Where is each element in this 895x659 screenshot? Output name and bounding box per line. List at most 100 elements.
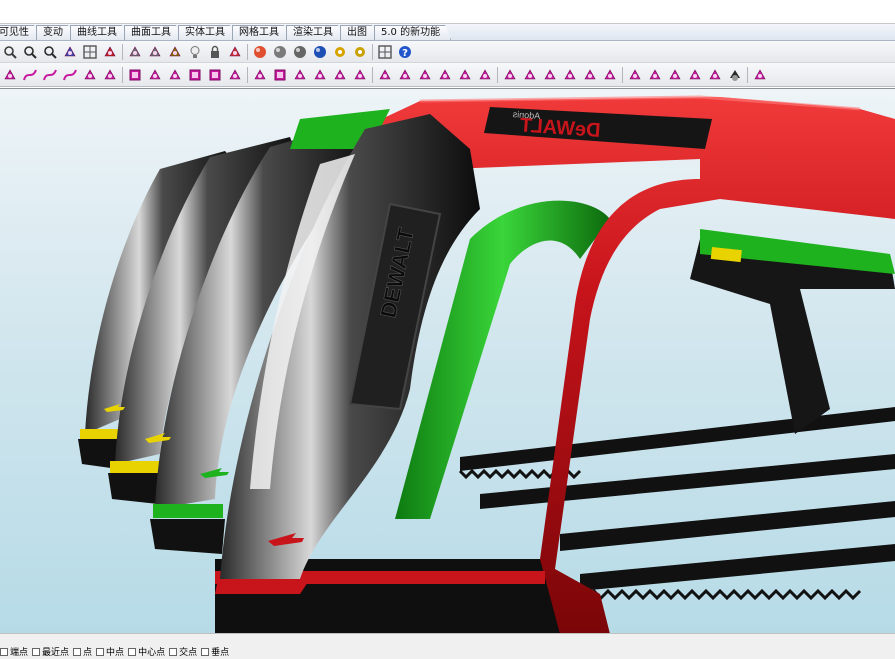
perspective-viewport[interactable]: DeWALT Adonis DEWALT [0, 88, 895, 633]
group-button[interactable] [415, 66, 434, 84]
point-button[interactable] [0, 66, 19, 84]
four-viewports-button[interactable] [80, 43, 99, 61]
loft-button[interactable] [600, 66, 619, 84]
rotate-button[interactable] [475, 66, 494, 84]
mesh-button[interactable] [205, 66, 224, 84]
grid-snap-button[interactable] [375, 43, 394, 61]
sweep-button[interactable] [580, 66, 599, 84]
render-button[interactable] [725, 66, 744, 84]
solid-box-button[interactable] [185, 66, 204, 84]
settings-button[interactable] [750, 66, 769, 84]
move-icon [438, 68, 451, 79]
osnap-label: 点 [83, 648, 93, 658]
mirror-button[interactable] [520, 66, 539, 84]
tab-visibility[interactable]: 可见性 [0, 25, 40, 40]
osnap-checkbox[interactable] [128, 647, 137, 656]
extrude-icon [168, 68, 181, 79]
osnap-item[interactable]: 中心点 [128, 645, 165, 658]
osnap-item[interactable]: 垂点 [201, 645, 229, 658]
network-surface-icon [648, 68, 661, 79]
offset-button[interactable] [250, 66, 269, 84]
light-bulb-button[interactable] [185, 43, 204, 61]
color-wheel-button[interactable] [250, 43, 269, 61]
help-button[interactable]: ? [395, 43, 414, 61]
osnap-item[interactable]: 点 [73, 645, 92, 658]
blue-sphere-button[interactable] [310, 43, 329, 61]
zoom-dynamic-icon [43, 45, 57, 59]
hide-objects-button[interactable] [125, 43, 144, 61]
select-objects-button[interactable] [100, 43, 119, 61]
array-button[interactable] [270, 66, 289, 84]
tab-surface-tools[interactable]: 曲面工具 [124, 25, 182, 40]
rendered-model: DeWALT Adonis DEWALT [78, 95, 895, 633]
tab-new-in-v5[interactable]: 5.0 的新功能 [374, 25, 451, 40]
boolean-difference-button[interactable] [310, 66, 329, 84]
grid-snap-icon [377, 44, 392, 59]
osnap-item[interactable]: 端点 [0, 645, 28, 658]
circle-button[interactable] [80, 66, 99, 84]
text-button[interactable] [560, 66, 579, 84]
command-area[interactable] [0, 0, 895, 24]
curve-icon [62, 69, 77, 80]
boolean-union-button[interactable] [290, 66, 309, 84]
tab-drafting[interactable]: 出图 [340, 25, 378, 40]
rectangle-icon [129, 69, 140, 80]
layer-icon [228, 45, 241, 56]
revolve-button[interactable] [625, 66, 644, 84]
tab-mesh-tools[interactable]: 网格工具 [232, 25, 290, 40]
blend-button[interactable] [665, 66, 684, 84]
blend-icon [668, 68, 681, 79]
osnap-item[interactable]: 最近点 [32, 645, 69, 658]
patch-button[interactable] [685, 66, 704, 84]
toolbar-separator [622, 66, 623, 83]
line-button[interactable] [20, 66, 39, 84]
tab-render-tools[interactable]: 渲染工具 [286, 25, 344, 40]
osnap-item[interactable]: 中点 [96, 645, 124, 658]
join-button[interactable] [375, 66, 394, 84]
curve-button[interactable] [60, 66, 79, 84]
zoom-dynamic-button[interactable] [40, 43, 59, 61]
fillet-button[interactable] [225, 66, 244, 84]
extrude-button[interactable] [165, 66, 184, 84]
osnap-checkbox[interactable] [73, 647, 82, 656]
rotate-view-button[interactable] [60, 43, 79, 61]
toolbar-separator [372, 43, 373, 60]
polyline-button[interactable] [40, 66, 59, 84]
osnap-checkbox[interactable] [201, 647, 210, 656]
layer-button[interactable] [225, 43, 244, 61]
render-sphere-button[interactable] [270, 43, 289, 61]
dimension-button[interactable] [540, 66, 559, 84]
explode-button[interactable] [395, 66, 414, 84]
move-button[interactable] [435, 66, 454, 84]
network-surface-button[interactable] [645, 66, 664, 84]
gear-button[interactable] [350, 43, 369, 61]
surface-button[interactable] [145, 66, 164, 84]
rectangle-button[interactable] [125, 66, 144, 84]
zoom-extents-button[interactable] [0, 43, 19, 61]
tab-solid-tools[interactable]: 实体工具 [178, 25, 236, 40]
options-button[interactable] [330, 43, 349, 61]
copy-button[interactable] [455, 66, 474, 84]
osnap-checkbox[interactable] [96, 647, 105, 656]
zoom-window-button[interactable] [20, 43, 39, 61]
boolean-union-icon [293, 68, 306, 79]
four-viewports-icon [82, 44, 97, 59]
osnap-checkbox[interactable] [32, 647, 41, 656]
osnap-item[interactable]: 交点 [169, 645, 197, 658]
arc-button[interactable] [100, 66, 119, 84]
tab-curve-tools[interactable]: 曲线工具 [70, 25, 128, 40]
display-mode-button[interactable] [165, 43, 184, 61]
scale-button[interactable] [500, 66, 519, 84]
trim-button[interactable] [350, 66, 369, 84]
lock-button[interactable] [205, 43, 224, 61]
osnap-checkbox[interactable] [169, 647, 178, 656]
osnap-label: 最近点 [42, 648, 70, 658]
show-objects-button[interactable] [145, 43, 164, 61]
copy-icon [458, 68, 471, 79]
analyze-button[interactable] [705, 66, 724, 84]
osnap-checkbox[interactable] [0, 647, 8, 656]
split-button[interactable] [330, 66, 349, 84]
tab-transform[interactable]: 变动 [36, 25, 74, 40]
text-icon [563, 68, 576, 79]
shaded-sphere-button[interactable] [290, 43, 309, 61]
